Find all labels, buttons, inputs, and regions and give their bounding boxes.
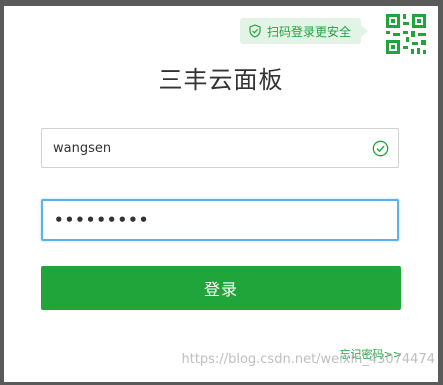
scan-tip-text: 扫码登录更安全	[267, 24, 352, 39]
shield-check-icon	[249, 24, 261, 38]
page-title: 三丰云面板	[158, 66, 284, 94]
qr-login-toggle[interactable]	[378, 6, 438, 66]
login-panel: 扫码登录更安全 三丰云面板 wangsen 登录 忘记密码>>	[4, 6, 438, 382]
password-field-wrapper	[41, 199, 399, 241]
scan-login-tip: 扫码登录更安全	[240, 18, 369, 44]
window-frame: 扫码登录更安全 三丰云面板 wangsen 登录 忘记密码>> https://…	[0, 0, 443, 385]
password-input[interactable]	[43, 201, 397, 239]
check-circle-icon	[372, 140, 389, 157]
login-button[interactable]: 登录	[41, 266, 401, 310]
watermark: https://blog.csdn.net/weixin_43074474	[181, 352, 435, 367]
username-field-wrapper	[41, 128, 399, 168]
username-input[interactable]	[42, 129, 398, 167]
qr-code-icon	[378, 6, 438, 66]
